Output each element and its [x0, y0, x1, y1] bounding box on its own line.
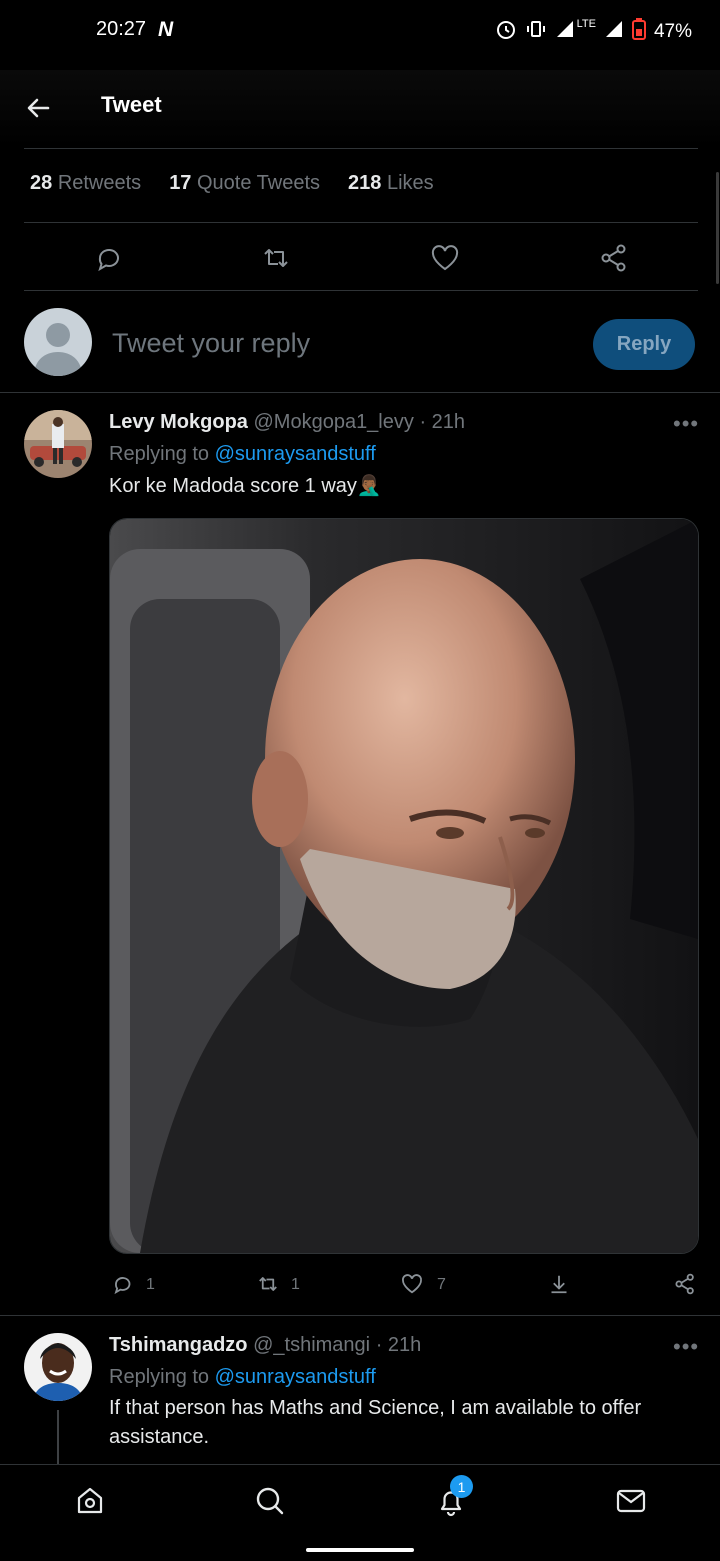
replying-to: Replying to @sunraysandstuff — [109, 443, 376, 465]
reply-icon[interactable] — [92, 242, 124, 274]
handle: @_tshimangi — [253, 1334, 371, 1356]
tweet-stats: 28 Retweets 17 Quote Tweets 218 Likes — [30, 172, 434, 195]
battery-percent: 47% — [653, 20, 692, 42]
replying-to: Replying to @sunraysandstuff — [109, 1366, 376, 1388]
retweet-count: 1 — [291, 1276, 300, 1293]
divider — [0, 1315, 720, 1316]
status-time: 20:27 — [96, 18, 147, 40]
top-app-bar: Tweet — [0, 70, 720, 146]
tweet-media-image[interactable] — [109, 518, 699, 1254]
network-label: LTE — [576, 18, 596, 30]
thread-line — [57, 1410, 59, 1464]
share-icon[interactable] — [673, 1272, 697, 1296]
back-arrow-icon[interactable] — [22, 92, 54, 124]
tweet-text: If that person has Maths and Science, I … — [109, 1397, 642, 1448]
retweet-icon[interactable] — [260, 242, 292, 274]
timestamp: · 21h — [375, 1334, 422, 1356]
tweet-action-bar — [0, 240, 720, 276]
gesture-home-bar[interactable] — [306, 1548, 414, 1552]
status-bar: 20:27 N LTE 47% — [0, 0, 720, 60]
tweet-text: Kor ke Madoda score 1 way🤦🏾‍♂️ — [109, 475, 382, 497]
more-options-icon[interactable]: ••• — [673, 411, 699, 437]
timestamp: · 21h — [419, 411, 466, 433]
divider — [24, 222, 698, 223]
handle: @Mokgopa1_levy — [253, 411, 414, 433]
reply-count: 1 — [146, 1276, 155, 1293]
divider — [24, 290, 698, 291]
notification-badge: 1 — [450, 1475, 473, 1498]
bottom-navigation: 1 — [0, 1464, 720, 1561]
page-title: Tweet — [101, 92, 162, 117]
retweet-icon[interactable] — [256, 1272, 280, 1296]
carrier-logo: N — [158, 18, 174, 41]
share-icon[interactable] — [598, 242, 630, 274]
quote-tweets-stat[interactable]: 17 Quote Tweets — [169, 172, 320, 195]
signal-icon-2 — [604, 19, 624, 44]
more-options-icon[interactable]: ••• — [673, 1334, 699, 1360]
divider — [0, 392, 720, 393]
reply-icon[interactable] — [110, 1272, 134, 1296]
retweets-stat[interactable]: 28 Retweets — [30, 172, 141, 195]
divider — [24, 148, 698, 149]
tweet-author[interactable]: Levy Mokgopa @Mokgopa1_levy · 21h — [109, 411, 465, 434]
display-name: Levy Mokgopa — [109, 411, 248, 433]
display-name: Tshimangadzo — [109, 1334, 248, 1356]
my-avatar — [24, 308, 92, 376]
home-icon[interactable] — [74, 1485, 106, 1517]
like-count: 7 — [437, 1276, 446, 1293]
download-icon[interactable] — [547, 1272, 571, 1296]
like-heart-icon[interactable] — [429, 242, 461, 274]
vibrate-icon — [525, 18, 547, 45]
status-icons: LTE 47% — [495, 18, 692, 45]
avatar[interactable] — [24, 1333, 92, 1401]
avatar[interactable] — [24, 410, 92, 478]
battery-icon — [631, 18, 646, 45]
likes-stat[interactable]: 218 Likes — [348, 172, 434, 195]
reply-button[interactable]: Reply — [593, 319, 695, 370]
alarm-icon — [495, 18, 517, 45]
search-icon[interactable] — [254, 1485, 286, 1517]
mention-link[interactable]: @sunraysandstuff — [215, 1366, 376, 1388]
mention-link[interactable]: @sunraysandstuff — [215, 443, 376, 465]
scrollbar[interactable] — [716, 172, 719, 284]
reply-input[interactable]: Tweet your reply — [112, 328, 310, 359]
tweet-author[interactable]: Tshimangadzo @_tshimangi · 21h — [109, 1334, 421, 1357]
like-heart-icon[interactable] — [400, 1272, 424, 1296]
signal-icon — [555, 19, 575, 44]
messages-mail-icon[interactable] — [615, 1485, 647, 1517]
